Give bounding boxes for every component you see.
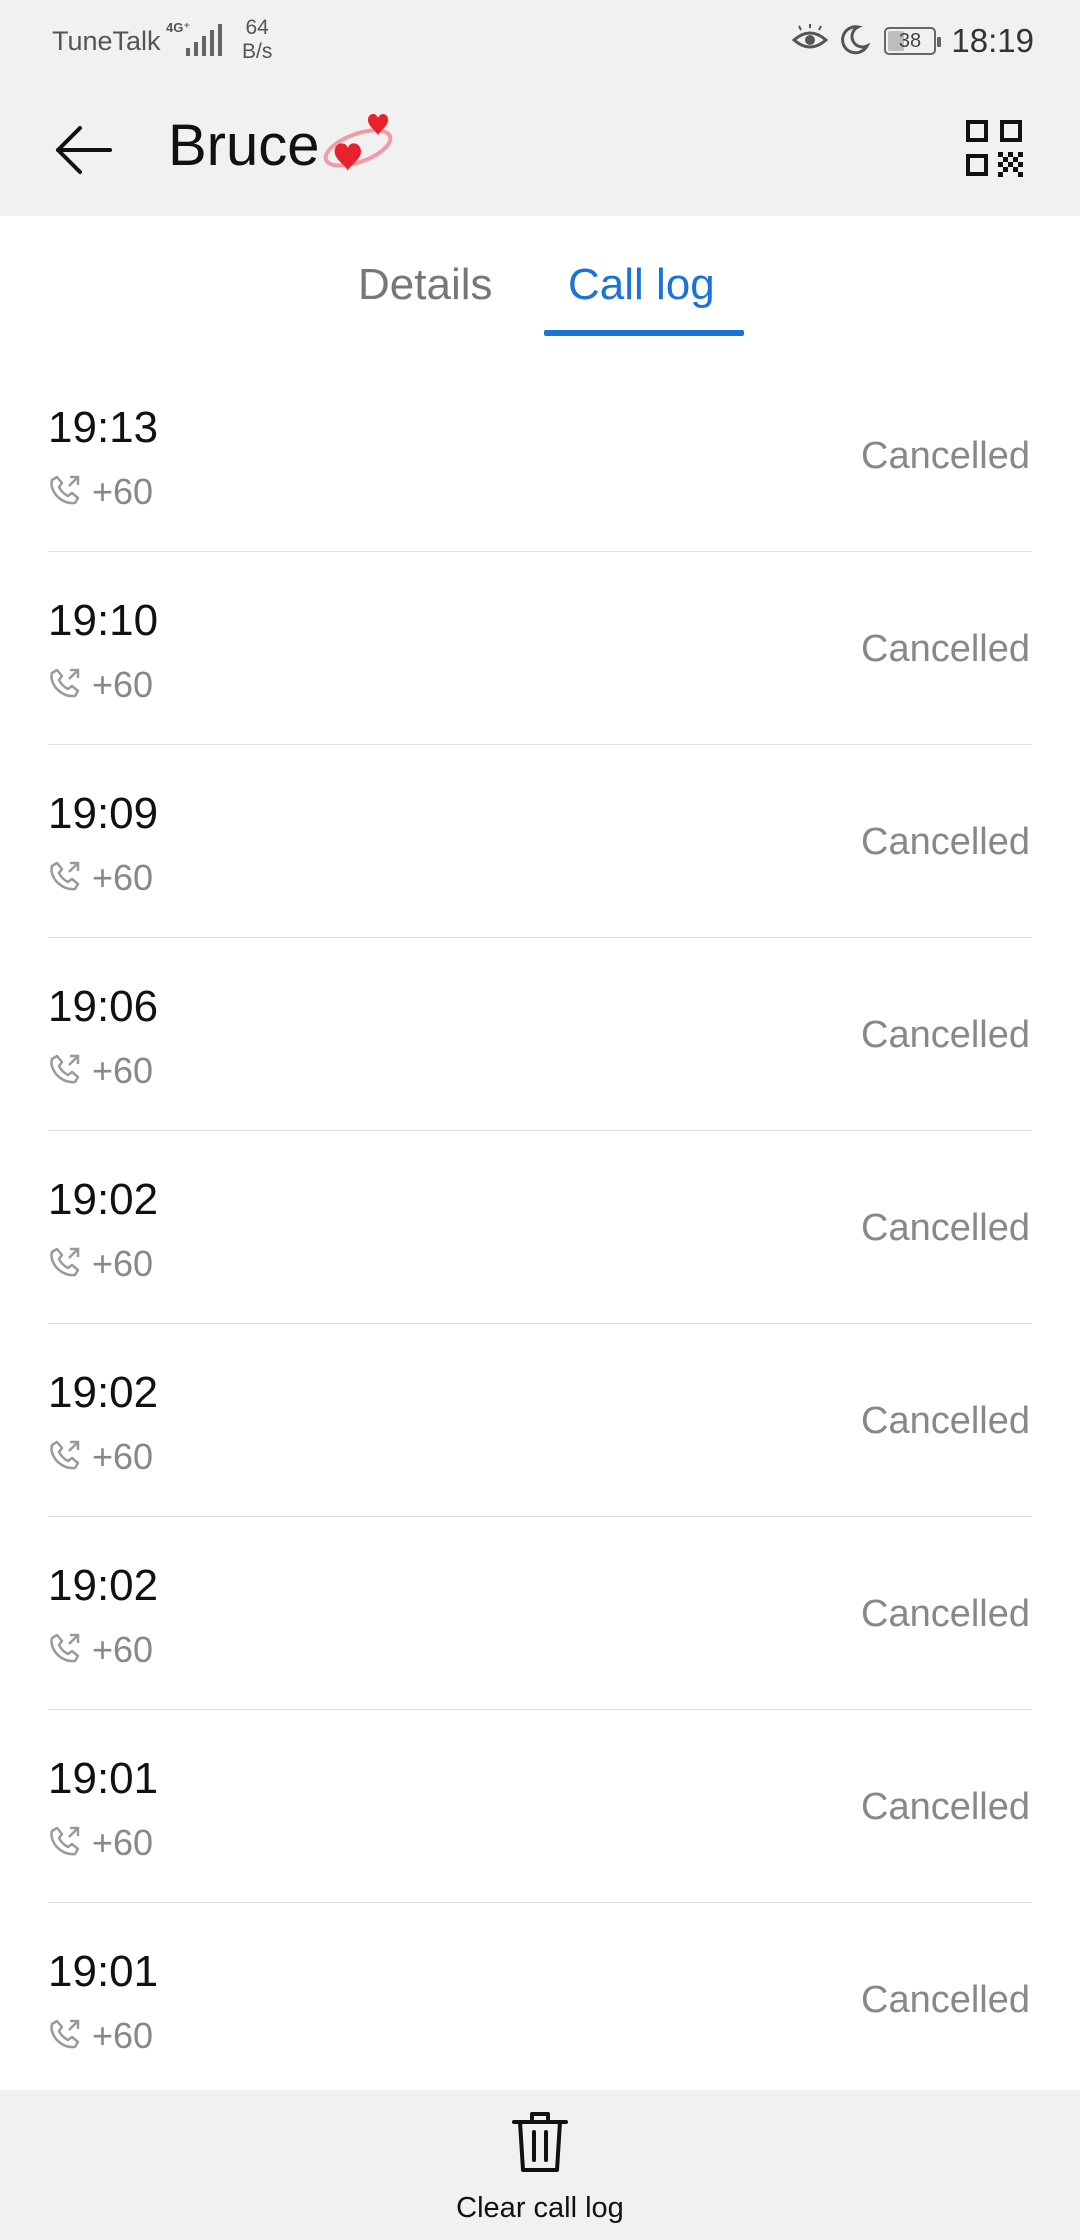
call-number: +60 [92,471,154,512]
outgoing-call-icon [48,473,82,512]
two-hearts-icon [318,108,398,185]
call-log-row[interactable]: 19:01 +60 Cancelled [0,1903,1080,2096]
call-status: Cancelled [861,1014,1030,1056]
bottom-action-bar: Clear call log [0,2090,1080,2240]
call-status: Cancelled [861,1400,1030,1442]
call-number: +60 [92,1436,154,1477]
qr-code-button[interactable] [954,108,1034,188]
network-speed-unit: B/s [242,40,273,63]
tab-details[interactable]: Details [358,260,493,310]
status-clock: 18:19 [951,22,1034,59]
network-speed: 64 B/s [242,16,272,64]
call-status: Cancelled [861,1207,1030,1249]
call-number: +60 [92,2015,154,2056]
call-log-row[interactable]: 19:13 +60 Cancelled [0,359,1080,552]
call-status: Cancelled [861,1786,1030,1828]
back-button[interactable] [44,110,124,190]
top-area: TuneTalk 4G⁺ 64 B/s 38 18:19 Bruce [0,0,1080,216]
trash-icon [508,2108,572,2179]
call-time: 19:02 [48,1561,159,1610]
outgoing-call-icon [48,2017,82,2056]
battery-level: 38 [898,30,922,52]
outgoing-call-icon [48,1824,82,1863]
call-time: 19:06 [48,982,159,1031]
carrier-name: TuneTalk [52,26,161,56]
outgoing-call-icon [48,859,82,898]
call-log-row[interactable]: 19:02 +60 Cancelled [0,1324,1080,1517]
call-time: 19:02 [48,1175,159,1224]
status-bar: TuneTalk 4G⁺ 64 B/s 38 18:19 [0,0,1080,80]
network-speed-value: 64 [245,16,269,39]
call-log-list: 19:13 +60 Cancelled 19:10 +60 Cancelled 19:09 +… [0,359,1080,2096]
eye-comfort-icon [791,24,829,61]
call-log-row[interactable]: 19:09 +60 Cancelled [0,745,1080,938]
battery-cap [937,37,941,47]
back-arrow-icon [56,126,112,174]
call-time: 19:10 [48,596,159,645]
call-number: +60 [92,1050,154,1091]
call-number: +60 [92,1822,154,1863]
call-log-row[interactable]: 19:10 +60 Cancelled [0,552,1080,745]
call-status: Cancelled [861,1979,1030,2021]
call-log-row[interactable]: 19:02 +60 Cancelled [0,1517,1080,1710]
signal-strength-icon [184,22,224,63]
qr-code-icon [966,120,1023,177]
tab-bar: Details Call log [0,216,1080,338]
tab-call-log[interactable]: Call log [568,260,715,310]
call-log-row[interactable]: 19:02 +60 Cancelled [0,1131,1080,1324]
contact-call-log-screen: TuneTalk 4G⁺ 64 B/s 38 18:19 Bruce Detai… [0,0,1080,2240]
outgoing-call-icon [48,1052,82,1091]
call-number: +60 [92,1629,154,1670]
app-bar: Bruce [0,80,1080,216]
call-number: +60 [92,1243,154,1284]
call-number: +60 [92,857,154,898]
outgoing-call-icon [48,1438,82,1477]
do-not-disturb-moon-icon [838,24,871,61]
call-time: 19:01 [48,1754,159,1803]
call-time: 19:13 [48,403,159,452]
call-status: Cancelled [861,628,1030,670]
call-time: 19:09 [48,789,159,838]
outgoing-call-icon [48,666,82,705]
call-log-row[interactable]: 19:06 +60 Cancelled [0,938,1080,1131]
clear-call-log-button[interactable]: Clear call log [390,2108,690,2232]
call-status: Cancelled [861,1593,1030,1635]
outgoing-call-icon [48,1245,82,1284]
clear-call-log-label: Clear call log [456,2192,624,2224]
active-tab-indicator [544,330,744,336]
call-time: 19:02 [48,1368,159,1417]
call-number: +60 [92,664,154,705]
call-log-row[interactable]: 19:01 +60 Cancelled [0,1710,1080,1903]
battery-indicator: 38 [884,27,941,55]
call-status: Cancelled [861,435,1030,477]
contact-name: Bruce [168,113,320,178]
call-status: Cancelled [861,821,1030,863]
call-time: 19:01 [48,1947,159,1996]
outgoing-call-icon [48,1631,82,1670]
